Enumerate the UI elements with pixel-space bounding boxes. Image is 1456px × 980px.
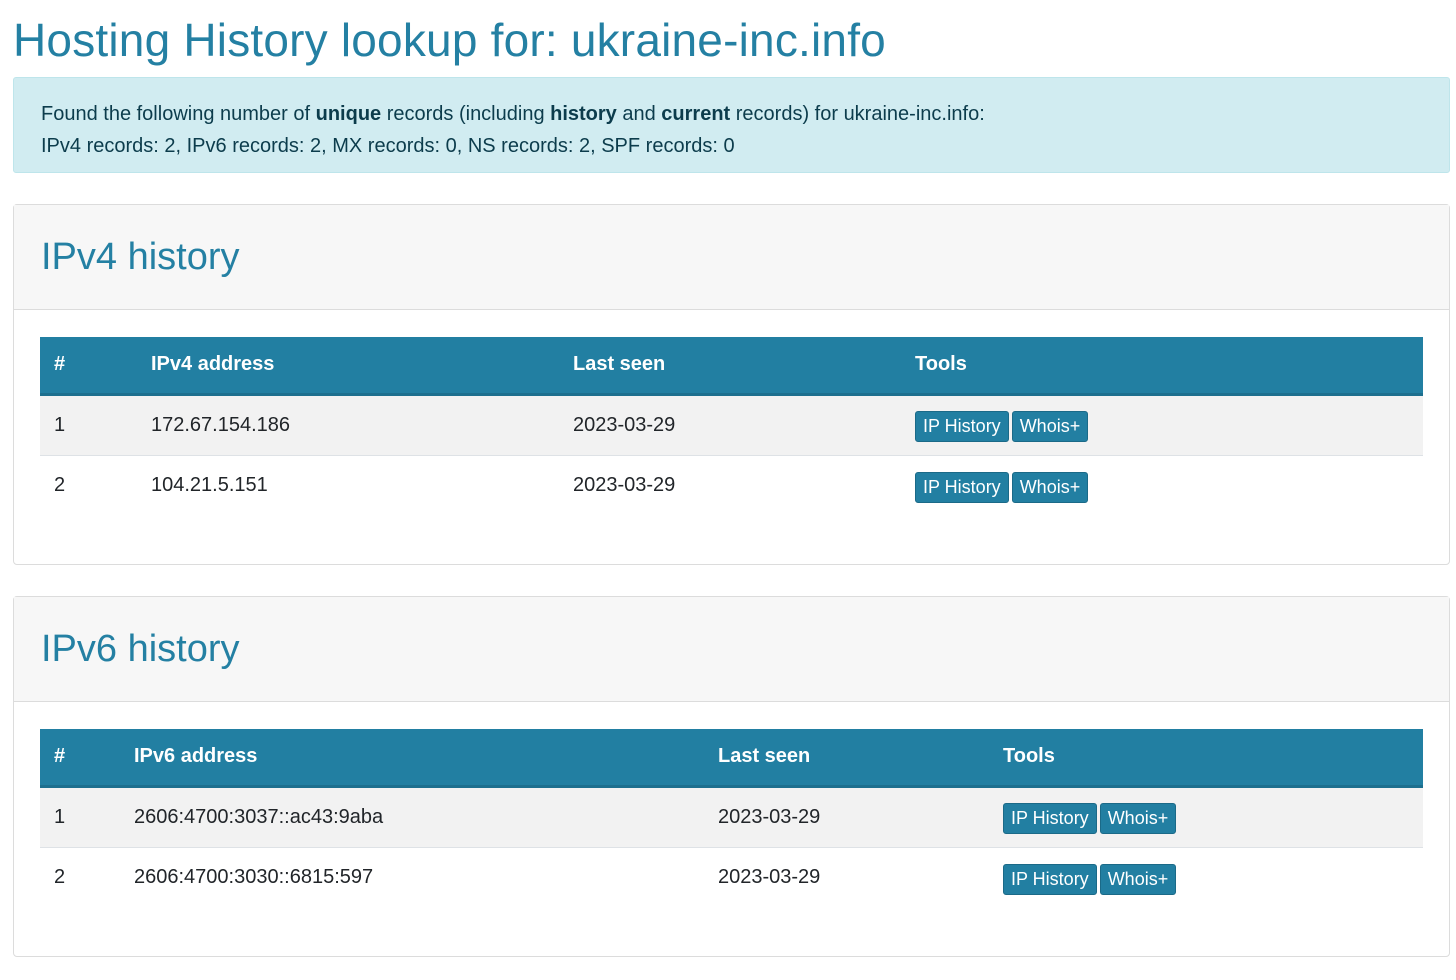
ip-address: 2606:4700:3030::6815:597	[134, 866, 374, 889]
table-row: 2 2606:4700:3030::6815:597 2023-03-29 IP…	[40, 847, 1423, 908]
last-seen: 2023-03-29	[573, 474, 676, 497]
ip-address: 172.67.154.186	[151, 413, 291, 436]
summary-text: records) for ukraine-inc.info:	[730, 103, 985, 125]
last-seen: 2023-03-29	[573, 413, 676, 436]
ipv4-table: # IPv4 address Last seen Tools 1 172.67.…	[40, 337, 1423, 516]
summary-current: current	[661, 103, 731, 125]
ip-address: 2606:4700:3037::ac43:9aba	[134, 805, 384, 828]
summary-history: history	[550, 103, 617, 125]
page: Hosting History lookup for: ukraine-inc.…	[0, 0, 1456, 980]
row-number: 1	[54, 805, 66, 828]
column-header-last-seen: Last seen	[559, 337, 901, 396]
ip-history-button[interactable]: IP History	[915, 471, 1009, 503]
ip-history-button[interactable]: IP History	[915, 411, 1009, 442]
ipv6-heading: IPv6 history	[41, 628, 240, 670]
summary-text: Found the following number of	[41, 103, 316, 125]
column-header-last-seen: Last seen	[704, 729, 989, 788]
tools-cell: IP History Whois+	[989, 847, 1423, 908]
whois-plus-button[interactable]: Whois+	[1099, 863, 1177, 895]
whois-plus-button[interactable]: Whois+	[1011, 471, 1089, 503]
tools-cell: IP History Whois+	[901, 394, 1423, 455]
ip-address: 104.21.5.151	[151, 474, 268, 497]
table-row: 1 2606:4700:3037::ac43:9aba 2023-03-29 I…	[40, 786, 1423, 847]
table-row: 1 172.67.154.186 2023-03-29 IP History Wh…	[40, 394, 1423, 455]
tools-cell: IP History Whois+	[901, 455, 1423, 516]
ipv6-card-header: IPv6 history	[14, 597, 1449, 702]
table-header-row: # IPv6 address Last seen Tools	[40, 729, 1423, 788]
column-header-address: IPv4 address	[137, 337, 559, 396]
summary-line: Found the following number of unique rec…	[41, 98, 1422, 130]
summary-text: and	[616, 103, 662, 125]
column-header-num: #	[40, 337, 137, 396]
row-number: 2	[54, 474, 66, 497]
ip-history-button[interactable]: IP History	[1003, 803, 1097, 834]
ipv6-card-body: # IPv6 address Last seen Tools 1 2606:47…	[14, 702, 1449, 908]
table-header-row: # IPv4 address Last seen Tools	[40, 337, 1423, 396]
last-seen: 2023-03-29	[718, 866, 821, 889]
row-number: 1	[54, 413, 66, 436]
whois-plus-button[interactable]: Whois+	[1011, 411, 1089, 442]
ipv4-card-body: # IPv4 address Last seen Tools 1 172.67.…	[14, 310, 1449, 516]
page-title: Hosting History lookup for: ukraine-inc.…	[13, 14, 886, 66]
ipv6-history-card: IPv6 history # IPv6 address Last seen To…	[13, 596, 1450, 957]
whois-plus-button[interactable]: Whois+	[1099, 803, 1177, 834]
summary-text: records (including	[381, 103, 551, 125]
tools-cell: IP History Whois+	[989, 786, 1423, 847]
record-counts: IPv4 records: 2, IPv6 records: 2, MX rec…	[41, 135, 735, 157]
summary-alert: Found the following number of unique rec…	[13, 77, 1450, 173]
last-seen: 2023-03-29	[718, 805, 821, 828]
column-header-tools: Tools	[989, 729, 1423, 788]
table-row: 2 104.21.5.151 2023-03-29 IP History Whoi…	[40, 455, 1423, 516]
summary-unique: unique	[315, 103, 382, 125]
ipv4-heading: IPv4 history	[41, 236, 240, 278]
column-header-tools: Tools	[901, 337, 1423, 396]
column-header-address: IPv6 address	[120, 729, 704, 788]
ipv6-table: # IPv6 address Last seen Tools 1 2606:47…	[40, 729, 1423, 908]
ip-history-button[interactable]: IP History	[1003, 863, 1097, 895]
ipv4-history-card: IPv4 history # IPv4 address Last seen To…	[13, 204, 1450, 565]
column-header-num: #	[40, 729, 120, 788]
ipv4-card-header: IPv4 history	[14, 205, 1449, 310]
row-number: 2	[54, 866, 66, 889]
